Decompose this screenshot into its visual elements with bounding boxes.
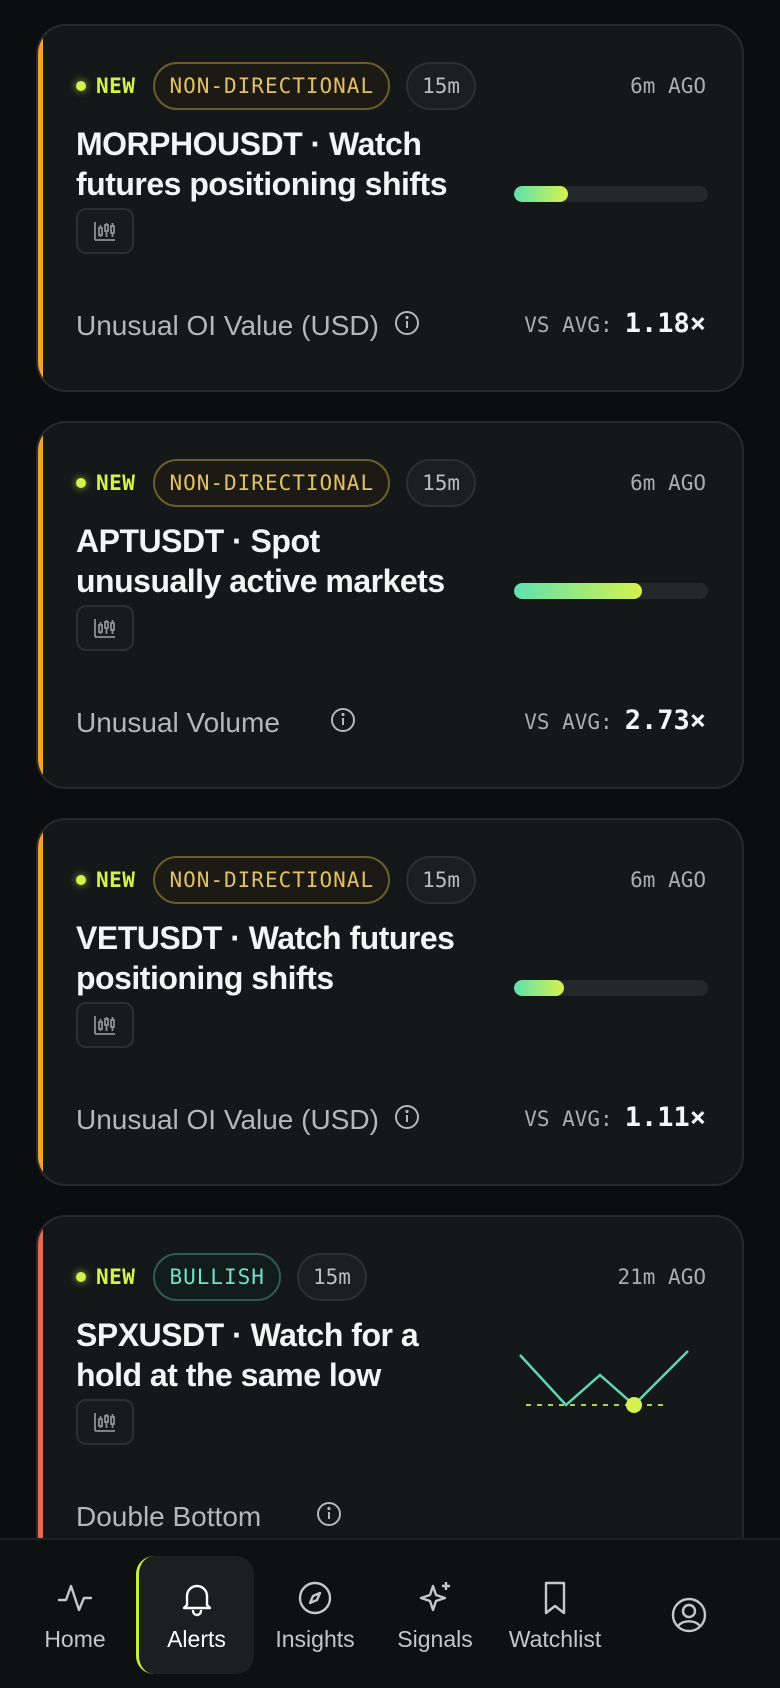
vs-average-label: VS AVG: (524, 1107, 613, 1131)
nav-insights-label: Insights (275, 1625, 355, 1652)
nav-watchlist[interactable]: Watchlist (496, 1556, 614, 1674)
bookmark-icon (544, 1581, 566, 1614)
strength-bar-fill (514, 186, 569, 202)
vs-average-label: VS AVG: (524, 710, 613, 734)
info-icon[interactable] (394, 1104, 420, 1130)
new-label: NEW (96, 74, 136, 98)
bell-icon (182, 1584, 211, 1616)
card-accent-bar (38, 26, 43, 390)
alert-age: 6m AGO (630, 868, 706, 892)
bottom-nav: Home Alerts Insights Signals Watchlist (0, 1538, 780, 1688)
alert-age: 6m AGO (630, 74, 706, 98)
nav-insights[interactable]: Insights (256, 1556, 374, 1674)
vs-average: VS AVG: 1.18× (524, 308, 706, 339)
timeframe-badge: 15m (406, 62, 477, 110)
metric-label: Unusual Volume (76, 707, 280, 738)
open-chart-button[interactable] (76, 1399, 134, 1445)
timeframe-badge: 15m (406, 856, 477, 904)
new-label: NEW (96, 471, 136, 495)
open-chart-button[interactable] (76, 1002, 134, 1048)
vs-average: VS AVG: 2.73× (524, 705, 706, 736)
alert-title: MORPHOUSDT · Watch futures positioning s… (76, 126, 447, 202)
nav-watchlist-label: Watchlist (508, 1625, 602, 1652)
card-accent-bar (38, 1217, 43, 1538)
vs-average: VS AVG: 1.11× (524, 1102, 706, 1133)
strength-bar-fill (514, 583, 643, 599)
bias-badge: BULLISH (153, 1253, 281, 1301)
alert-title: SPXUSDT · Watch for a hold at the same l… (76, 1317, 419, 1393)
info-icon[interactable] (330, 707, 356, 733)
nav-signals[interactable]: Signals (376, 1556, 494, 1674)
new-indicator: NEW (76, 868, 135, 892)
metric-label: Unusual OI Value (USD) (76, 1104, 379, 1135)
alert-title: VETUSDT · Watch futures positioning shif… (76, 920, 455, 996)
nav-home-label: Home (44, 1625, 106, 1652)
alert-age: 21m AGO (617, 1265, 706, 1289)
alerts-feed[interactable]: NEW NON-DIRECTIONAL 15m 6m AGO MORPHOUSD… (0, 0, 780, 1538)
open-chart-button[interactable] (76, 208, 134, 254)
vs-average-value: 1.11× (624, 1102, 706, 1133)
new-label: NEW (96, 868, 136, 892)
timeframe-badge: 15m (406, 459, 477, 507)
bias-badge: NON-DIRECTIONAL (153, 62, 391, 110)
new-label: NEW (96, 1265, 136, 1289)
vs-average-value: 2.73× (624, 705, 706, 736)
candlestick-chart-icon (94, 619, 115, 638)
new-indicator: NEW (76, 471, 135, 495)
timeframe-badge: 15m (296, 1253, 367, 1301)
nav-home[interactable]: Home (16, 1556, 134, 1674)
strength-bar (514, 583, 708, 599)
nav-signals-label: Signals (397, 1625, 473, 1652)
new-dot-icon (76, 1272, 86, 1282)
open-chart-button[interactable] (76, 605, 134, 651)
strength-bar (514, 186, 708, 202)
card-accent-bar (38, 820, 43, 1184)
sparkles-icon (419, 1581, 450, 1611)
metric-label: Unusual OI Value (USD) (76, 310, 379, 341)
card-accent-bar (38, 423, 43, 787)
alert-card[interactable]: NEW BULLISH 15m 21m AGO SPXUSDT · Watch … (36, 1215, 744, 1538)
metric-label: Double Bottom (76, 1501, 262, 1532)
new-indicator: NEW (76, 1265, 135, 1289)
nav-profile[interactable] (630, 1556, 748, 1674)
new-dot-icon (76, 81, 86, 91)
vs-average-value: 1.18× (624, 308, 706, 339)
alert-card[interactable]: NEW NON-DIRECTIONAL 15m 6m AGO MORPHOUSD… (36, 24, 744, 392)
alert-card[interactable]: NEW NON-DIRECTIONAL 15m 6m AGO VETUSDT ·… (36, 818, 744, 1186)
bias-badge: NON-DIRECTIONAL (153, 459, 391, 507)
new-dot-icon (76, 875, 86, 885)
double-bottom-sparkline-icon (519, 1350, 689, 1413)
nav-alerts-label: Alerts (167, 1625, 226, 1652)
candlestick-chart-icon (94, 1413, 115, 1432)
bias-badge: NON-DIRECTIONAL (153, 856, 391, 904)
nav-alerts[interactable]: Alerts (136, 1556, 254, 1674)
alert-age: 6m AGO (630, 471, 706, 495)
compass-icon (298, 1581, 332, 1614)
info-icon[interactable] (316, 1501, 342, 1527)
candlestick-chart-icon (94, 222, 115, 241)
pulse-icon (57, 1584, 93, 1611)
strength-bar (514, 980, 708, 996)
user-circle-icon (671, 1597, 707, 1633)
vs-average-label: VS AVG: (524, 313, 613, 337)
new-indicator: NEW (76, 74, 135, 98)
info-icon[interactable] (394, 310, 420, 336)
new-dot-icon (76, 478, 86, 488)
strength-bar-fill (514, 980, 565, 996)
alert-title: APTUSDT · Spot unusually active markets (76, 523, 445, 599)
alert-card[interactable]: NEW NON-DIRECTIONAL 15m 6m AGO APTUSDT ·… (36, 421, 744, 789)
candlestick-chart-icon (94, 1016, 115, 1035)
